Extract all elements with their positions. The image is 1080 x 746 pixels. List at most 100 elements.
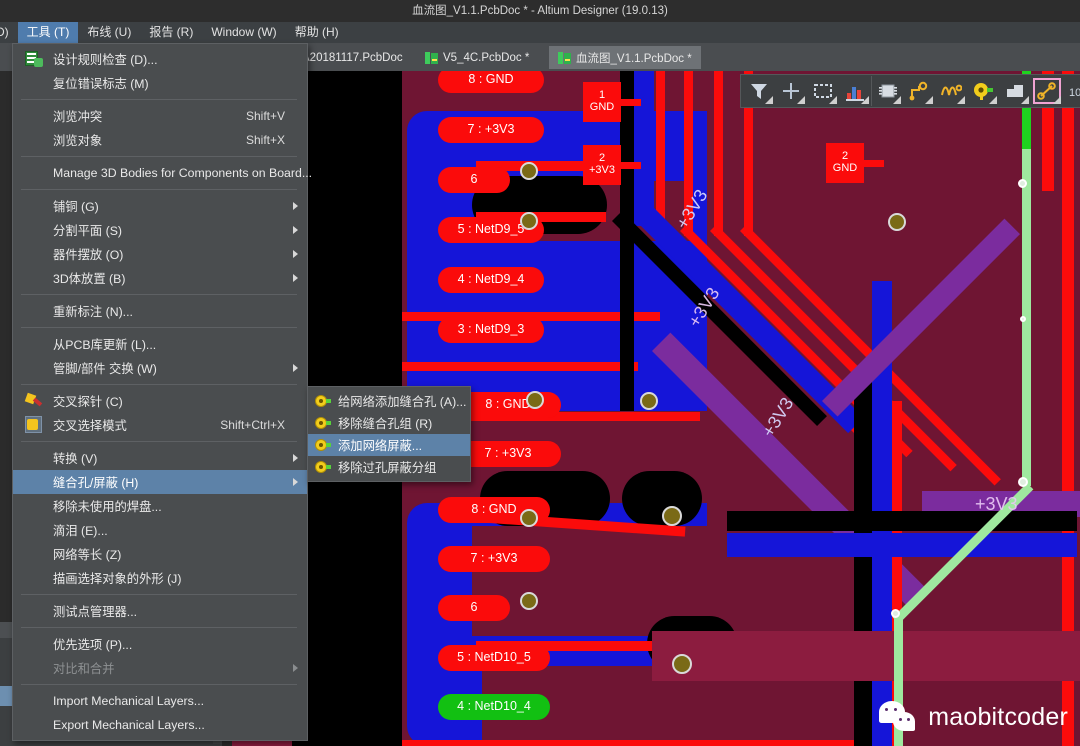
tools-menu-item-8[interactable]: 3D体放置 (B)	[13, 266, 307, 290]
toolbar-polygon-pour-icon[interactable]	[999, 76, 1031, 106]
pcb-pad[interactable]: 5 : NetD10_5	[438, 645, 550, 671]
pcb-pad[interactable]: 7 : +3V3	[438, 117, 544, 143]
menu-separator	[21, 594, 297, 595]
menu-separator	[21, 99, 297, 100]
toolbar-via-stitch-icon[interactable]	[967, 76, 999, 106]
pcb-via[interactable]	[672, 654, 692, 674]
tools-menu-item-16[interactable]: 移除未使用的焊盘...	[13, 494, 307, 518]
toolbar-route-icon[interactable]	[903, 76, 935, 106]
menubar-item-1[interactable]: 工具 (T)	[17, 22, 79, 43]
pcb-pad[interactable]: 3 : NetD9_3	[438, 317, 544, 343]
pcb-doc-icon	[558, 51, 571, 64]
chevron-right-icon	[293, 274, 298, 282]
tools-menu-item-15[interactable]: 缝合孔/屏蔽 (H)	[13, 470, 307, 494]
menu-separator	[21, 156, 297, 157]
pcb-via[interactable]	[520, 592, 538, 610]
tools-menu-item-label: 复位错误标志 (M)	[53, 77, 149, 91]
pcb-track	[864, 160, 884, 167]
pcb-via[interactable]	[520, 509, 538, 527]
tools-menu-item-11[interactable]: 管脚/部件 交换 (W)	[13, 356, 307, 380]
tools-menu-item-6[interactable]: 分割平面 (S)	[13, 218, 307, 242]
pcb-pad[interactable]: 4 : NetD9_4	[438, 267, 544, 293]
tools-menu-item-7[interactable]: 器件摆放 (O)	[13, 242, 307, 266]
toolbar-dimension-icon[interactable]: 10	[1063, 76, 1080, 106]
pcb-via[interactable]	[662, 506, 682, 526]
menubar-item-label: D)	[0, 25, 9, 39]
toolbar-selection-box-icon[interactable]	[807, 76, 839, 106]
menubar-item-label: 布线 (U)	[87, 25, 132, 39]
pcb-via-small	[1018, 477, 1028, 487]
document-tab-1[interactable]: V5_4C.PcbDoc *	[416, 46, 544, 69]
toolbar-net-shield-icon[interactable]	[1031, 76, 1063, 106]
tools-menu-item-2[interactable]: 浏览冲突 Shift+V	[13, 104, 307, 128]
toolbar-chip-icon[interactable]	[871, 76, 903, 106]
tools-menu-item-23[interactable]: Import Mechanical Layers...	[13, 689, 307, 713]
toolbar-crosshair-icon[interactable]	[775, 76, 807, 106]
pcb-via-small	[1018, 179, 1027, 188]
tools-menu-item-9[interactable]: 重新标注 (N)...	[13, 299, 307, 323]
tools-menu-item-label: 交叉探针 (C)	[53, 395, 123, 409]
pcb-track-bottom	[632, 71, 654, 226]
stitching-shielding-submenu[interactable]: 给网络添加缝合孔 (A)... 移除缝合孔组 (R) 添加网络屏蔽... 移除过孔屏蔽…	[307, 386, 471, 482]
submenu-item-3[interactable]: 移除过孔屏蔽分组	[308, 456, 470, 478]
tools-menu-item-label: 描画选择对象的外形 (J)	[53, 572, 182, 586]
pcb-pad-square[interactable]: 2 +3V3	[583, 145, 621, 185]
document-tab-2[interactable]: 血流图_V1.1.PcbDoc *	[549, 46, 701, 69]
toolbar-bar-chart-icon[interactable]	[839, 76, 871, 106]
tools-menu-item-21[interactable]: 优先选项 (P)...	[13, 632, 307, 656]
tools-menu-item-label: 浏览对象	[53, 134, 103, 148]
tools-menu-item-10[interactable]: 从PCB库更新 (L)...	[13, 332, 307, 356]
tools-menu-item-17[interactable]: 滴泪 (E)...	[13, 518, 307, 542]
tools-menu-item-20[interactable]: 测试点管理器...	[13, 599, 307, 623]
toolbar-filter-icon[interactable]	[743, 76, 775, 106]
cross-select-icon	[25, 416, 43, 434]
tools-menu-item-label: 测试点管理器...	[53, 605, 138, 619]
chevron-right-icon	[293, 226, 298, 234]
pcb-doc-icon	[425, 51, 438, 64]
pcb-pad[interactable]: 8 : GND	[438, 71, 544, 93]
drc-icon	[25, 50, 43, 68]
pcb-via[interactable]	[526, 391, 544, 409]
menubar-item-2[interactable]: 布线 (U)	[78, 22, 140, 43]
tools-menu-item-14[interactable]: 转换 (V)	[13, 446, 307, 470]
pcb-via[interactable]	[520, 212, 538, 230]
tools-menu-item-label: 优先选项 (P)...	[53, 638, 133, 652]
menubar-item-3[interactable]: 报告 (R)	[140, 22, 202, 43]
tools-menu-item-24[interactable]: Export Mechanical Layers...	[13, 713, 307, 737]
wechat-icon	[879, 701, 919, 734]
pcb-via[interactable]	[640, 392, 658, 410]
menubar-item-5[interactable]: 帮助 (H)	[286, 22, 348, 43]
tools-menu-item-4[interactable]: Manage 3D Bodies for Components on Board…	[13, 161, 312, 185]
pcb-pad-square[interactable]: 1 GND	[583, 82, 621, 122]
tools-menu-item-label: 对比和合并	[53, 662, 115, 676]
submenu-item-1[interactable]: 移除缝合孔组 (R)	[308, 412, 470, 434]
tools-menu-item-13[interactable]: 交叉选择模式 Shift+Ctrl+X	[13, 413, 307, 437]
toolbar-serpentine-icon[interactable]	[935, 76, 967, 106]
pcb-pad[interactable]: 4 : NetD10_4	[438, 694, 550, 720]
menu-separator	[21, 294, 297, 295]
tools-menu-item-18[interactable]: 网络等长 (Z)	[13, 542, 307, 566]
pcb-plane-e	[652, 631, 1080, 681]
submenu-item-0[interactable]: 给网络添加缝合孔 (A)...	[308, 390, 470, 412]
pcb-pad-square[interactable]: 2 GND	[826, 143, 864, 183]
tools-menu-item-label: 管脚/部件 交换 (W)	[53, 362, 157, 376]
pcb-via[interactable]	[888, 213, 906, 231]
menubar-item-label: 帮助 (H)	[294, 25, 339, 39]
submenu-item-2[interactable]: 添加网络屏蔽...	[308, 434, 470, 456]
pcb-pad[interactable]: 6	[438, 595, 510, 621]
menu-separator	[21, 189, 297, 190]
tools-menu-item-5[interactable]: 铺铜 (G)	[13, 194, 307, 218]
pcb-pad[interactable]: 7 : +3V3	[438, 546, 550, 572]
pcb-via[interactable]	[520, 162, 538, 180]
document-tab-label: 血流图_V1.1.PcbDoc *	[576, 52, 692, 65]
tools-menu-item-0[interactable]: 设计规则检查 (D)...	[13, 47, 307, 71]
tools-menu-item-3[interactable]: 浏览对象 Shift+X	[13, 128, 307, 152]
tools-menu-item-1[interactable]: 复位错误标志 (M)	[13, 71, 307, 95]
pcb-pad[interactable]: 6	[438, 167, 510, 193]
menubar-item-0[interactable]: D)	[0, 22, 18, 43]
menubar-item-4[interactable]: Window (W)	[202, 22, 285, 43]
tools-menu-item-19[interactable]: 描画选择对象的外形 (J)	[13, 566, 307, 590]
document-tab-0[interactable]: A20181117.PcbDoc	[293, 46, 411, 69]
tools-dropdown-menu[interactable]: 设计规则检查 (D)... 复位错误标志 (M) 浏览冲突 Shift+V 浏览对象 Sh…	[12, 43, 312, 741]
tools-menu-item-12[interactable]: 交叉探针 (C)	[13, 389, 307, 413]
